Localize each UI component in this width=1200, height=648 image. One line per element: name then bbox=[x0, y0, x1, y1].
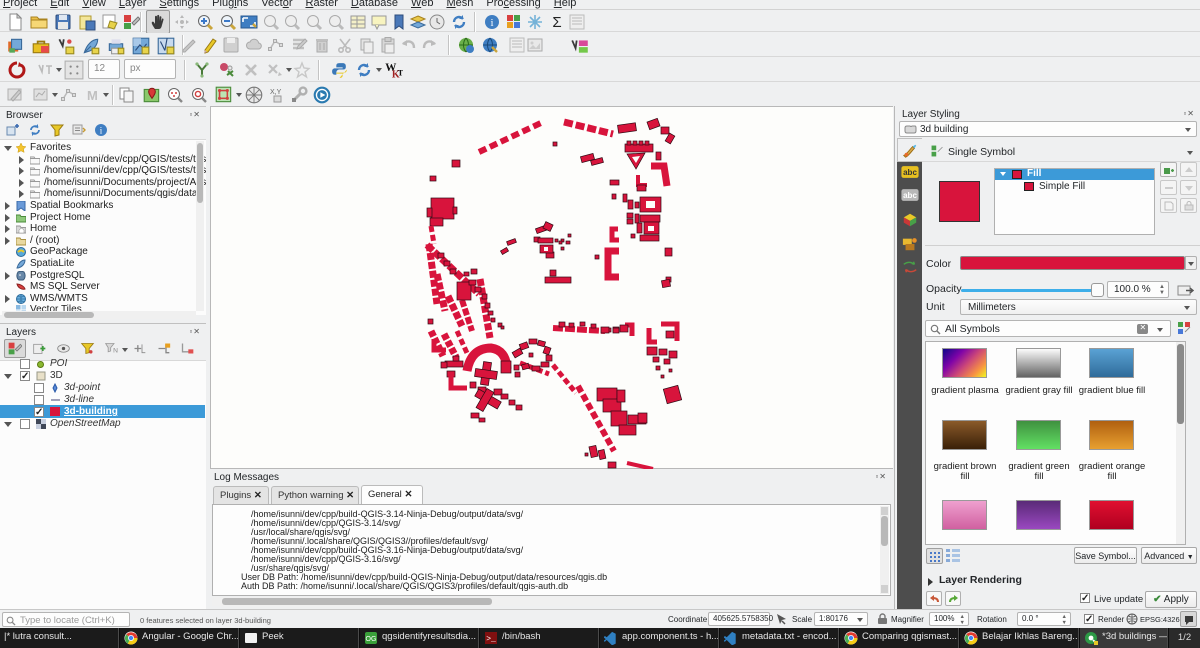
svg-text:abc: abc bbox=[903, 168, 917, 177]
svg-text:abc: abc bbox=[903, 191, 917, 200]
svg-text:M: M bbox=[87, 88, 98, 103]
svg-text:T: T bbox=[397, 67, 403, 77]
svg-text:i: i bbox=[490, 17, 493, 29]
svg-text:>_: >_ bbox=[486, 635, 496, 644]
svg-text:Σ: Σ bbox=[552, 14, 561, 31]
svg-text:X,Y: X,Y bbox=[270, 89, 282, 96]
svg-text:N: N bbox=[113, 348, 118, 355]
svg-text:OG: OG bbox=[366, 636, 377, 643]
